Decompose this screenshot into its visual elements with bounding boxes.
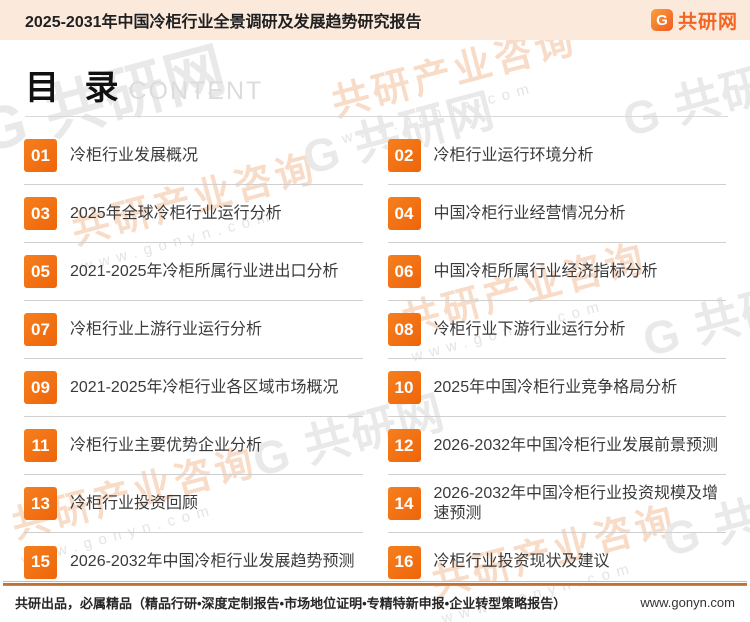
footer-url[interactable]: www.gonyn.com xyxy=(640,595,735,610)
toc-item-09[interactable]: 09 2021-2025年冷柜行业各区域市场概况 xyxy=(24,359,363,417)
toc-item-number-badge: 05 xyxy=(24,255,57,288)
gonyn-logo[interactable]: G 共研网 xyxy=(650,7,738,34)
toc-item-label: 冷柜行业运行环境分析 xyxy=(433,146,594,164)
toc-item-10[interactable]: 10 2025年中国冷柜行业竞争格局分析 xyxy=(387,359,726,417)
toc-item-label: 2026-2032年中国冷柜行业投资规模及增速预测 xyxy=(433,484,719,522)
toc-item-number-badge: 03 xyxy=(24,197,57,230)
toc-item-number-badge: 04 xyxy=(387,197,421,230)
toc-item-number-badge: 09 xyxy=(24,371,57,404)
toc-item-label: 2021-2025年冷柜所属行业进出口分析 xyxy=(70,262,339,280)
toc-item-number-badge: 14 xyxy=(387,487,421,520)
toc-item-label: 2026-2032年中国冷柜行业发展前景预测 xyxy=(433,436,719,454)
toc-item-number-badge: 16 xyxy=(387,545,421,579)
toc-divider xyxy=(25,116,728,117)
toc-item-number-badge: 08 xyxy=(387,313,421,346)
toc-title-cn: 目 录 xyxy=(25,69,127,107)
toc-item-03[interactable]: 03 2025年全球冷柜行业运行分析 xyxy=(24,185,363,243)
toc-item-number-badge: 11 xyxy=(24,429,57,462)
toc-item-label: 冷柜行业下游行业运行分析 xyxy=(433,320,626,338)
toc-item-label: 冷柜行业投资回顾 xyxy=(70,494,199,512)
footer-text-row: 共研出品，必属精品（精品行研•深度定制报告•市场地位证明•专精特新申报•企业转型… xyxy=(0,586,750,622)
toc-item-number-badge: 02 xyxy=(387,139,421,172)
page-header: 2025-2031年中国冷柜行业全景调研及发展趋势研究报告 G 共研网 xyxy=(0,0,750,40)
toc-item-label: 冷柜行业上游行业运行分析 xyxy=(70,320,263,338)
toc-item-label: 中国冷柜所属行业经济指标分析 xyxy=(433,262,658,280)
toc-item-04[interactable]: 04 中国冷柜行业经营情况分析 xyxy=(387,185,726,243)
logo-g-icon: G xyxy=(650,9,673,31)
toc-item-number-badge: 01 xyxy=(24,139,57,172)
report-toc-page: 共研产业咨询 www.gonyn.com 共研产业咨询 www.gonyn.co… xyxy=(0,0,750,622)
toc-item-08[interactable]: 08 冷柜行业下游行业运行分析 xyxy=(387,301,726,359)
toc-item-label: 冷柜行业主要优势企业分析 xyxy=(70,436,263,454)
toc-grid: 01 冷柜行业发展概况 02 冷柜行业运行环境分析 03 2025年全球冷柜行业… xyxy=(24,127,726,591)
toc-item-label: 冷柜行业发展概况 xyxy=(70,146,199,164)
toc-item-06[interactable]: 06 中国冷柜所属行业经济指标分析 xyxy=(387,243,726,301)
toc-item-05[interactable]: 05 2021-2025年冷柜所属行业进出口分析 xyxy=(24,243,363,301)
toc-item-13[interactable]: 13 冷柜行业投资回顾 xyxy=(24,475,363,533)
toc-item-14[interactable]: 14 2026-2032年中国冷柜行业投资规模及增速预测 xyxy=(387,475,726,533)
toc-item-12[interactable]: 12 2026-2032年中国冷柜行业发展前景预测 xyxy=(387,417,726,475)
toc-item-label: 2025年中国冷柜行业竞争格局分析 xyxy=(433,378,678,396)
logo-text: 共研网 xyxy=(677,11,738,33)
toc-item-number-badge: 06 xyxy=(387,255,421,288)
toc-item-number-badge: 07 xyxy=(24,313,57,346)
footer-slogan: 共研出品，必属精品（精品行研•深度定制报告•市场地位证明•专精特新申报•企业转型… xyxy=(15,596,567,611)
toc-item-label: 2025年全球冷柜行业运行分析 xyxy=(70,204,282,222)
toc-content: 目 录 CONTENT 01 冷柜行业发展概况 02 冷柜行业运行环境分析 03… xyxy=(0,40,750,591)
toc-item-label: 2026-2032年中国冷柜行业发展趋势预测 xyxy=(70,553,355,570)
toc-item-01[interactable]: 01 冷柜行业发展概况 xyxy=(24,127,363,185)
toc-item-label: 中国冷柜行业经营情况分析 xyxy=(433,204,626,222)
toc-item-02[interactable]: 02 冷柜行业运行环境分析 xyxy=(387,127,726,185)
toc-item-number-badge: 13 xyxy=(24,487,57,520)
toc-heading: 目 录 CONTENT xyxy=(0,40,750,109)
report-title: 2025-2031年中国冷柜行业全景调研及发展趋势研究报告 xyxy=(25,14,422,31)
page-footer: 共研出品，必属精品（精品行研•深度定制报告•市场地位证明•专精特新申报•企业转型… xyxy=(0,581,750,622)
toc-item-11[interactable]: 11 冷柜行业主要优势企业分析 xyxy=(24,417,363,475)
toc-item-label: 2021-2025年冷柜行业各区域市场概况 xyxy=(70,378,339,396)
toc-title-en: CONTENT xyxy=(128,77,264,105)
toc-item-number-badge: 10 xyxy=(387,371,421,404)
toc-item-number-badge: 15 xyxy=(24,545,57,579)
toc-item-label: 冷柜行业投资现状及建议 xyxy=(433,553,610,570)
toc-item-number-badge: 12 xyxy=(387,429,421,462)
toc-item-07[interactable]: 07 冷柜行业上游行业运行分析 xyxy=(24,301,363,359)
